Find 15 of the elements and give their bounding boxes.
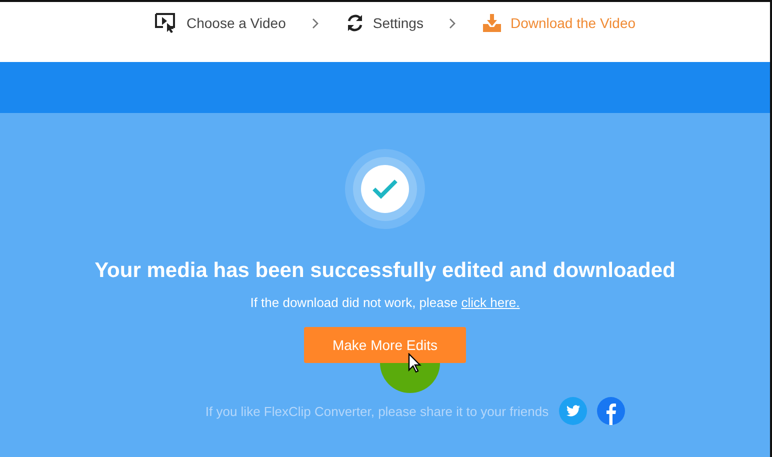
chevron-icon xyxy=(312,18,319,28)
step-label[interactable]: Download the Video xyxy=(510,15,636,31)
twitter-icon[interactable] xyxy=(558,397,587,425)
download-note: If the download did not work, please click here. xyxy=(250,295,520,310)
make-more-edits-button[interactable]: Make More Edits xyxy=(304,327,466,363)
chevron-icon xyxy=(449,18,456,28)
step-label[interactable]: Choose a Video xyxy=(186,15,286,31)
facebook-icon[interactable] xyxy=(596,397,625,425)
download-icon xyxy=(482,13,502,33)
click-here-link[interactable]: click here. xyxy=(461,295,520,310)
success-check-icon xyxy=(361,165,409,213)
step-label[interactable]: Settings xyxy=(372,15,424,31)
share-text: If you like FlexClip Converter, please share it to your friends xyxy=(205,404,549,418)
mouse-cursor-icon xyxy=(408,353,422,373)
success-heading: Your media has been successfully edited and downloaded xyxy=(94,259,676,283)
